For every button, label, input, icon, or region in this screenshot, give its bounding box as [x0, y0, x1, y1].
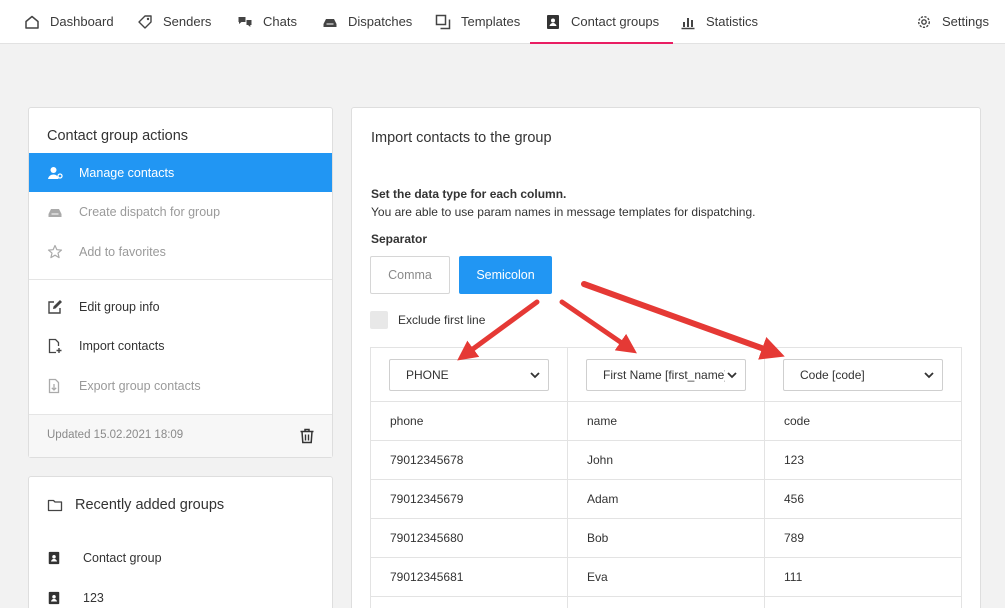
- import-title: Import contacts to the group: [371, 130, 552, 146]
- panel-footer: Updated 15.02.2021 18:09: [29, 414, 332, 457]
- table-header-row: phone name code: [371, 402, 962, 441]
- menu-manage-contacts-label: Manage contacts: [79, 165, 175, 180]
- table-cell: 79012345680: [390, 531, 464, 545]
- nav-statistics[interactable]: Statistics: [680, 0, 758, 43]
- table-cell: John: [587, 453, 614, 467]
- nav-dashboard[interactable]: Dashboard: [24, 0, 114, 43]
- chevron-down-icon: [725, 368, 739, 382]
- instruction-text: You are able to use param names in messa…: [371, 205, 756, 219]
- menu-export-contacts-label: Export group contacts: [79, 378, 201, 393]
- menu-divider: [29, 279, 332, 280]
- nav-contact-groups-label: Contact groups: [571, 14, 660, 29]
- column-type-value: First Name [first_name]: [603, 368, 728, 382]
- menu-create-dispatch[interactable]: Create dispatch for group: [29, 192, 332, 231]
- separator-comma-button[interactable]: Comma: [370, 256, 450, 294]
- table-cell: 789: [784, 531, 805, 545]
- column-type-select-3[interactable]: Code [code]: [783, 359, 943, 391]
- table-cell: 456: [784, 492, 805, 506]
- table-header-cell: name: [587, 414, 618, 428]
- separator-label: Separator: [371, 232, 428, 246]
- contact-group-actions-panel: Contact group actions Manage contacts Cr…: [28, 107, 333, 458]
- table-cell: Eva: [587, 570, 608, 584]
- table-row: 79012345679 Adam 456: [371, 480, 962, 519]
- menu-edit-group-info-label: Edit group info: [79, 299, 160, 314]
- table-cell: 79012345681: [390, 570, 464, 584]
- nav-templates-label: Templates: [461, 14, 521, 29]
- address-book-icon: [48, 591, 60, 605]
- exclude-first-line-label: Exclude first line: [398, 313, 486, 327]
- nav-dispatches-label: Dispatches: [348, 14, 413, 29]
- recent-group-label: 123: [83, 591, 104, 605]
- table-cell: Adam: [587, 492, 619, 506]
- instruction-heading: Set the data type for each column.: [371, 187, 567, 201]
- column-type-select-2[interactable]: First Name [first_name]: [586, 359, 746, 391]
- nav-settings-label: Settings: [942, 14, 989, 29]
- menu-add-favorites[interactable]: Add to favorites: [29, 232, 332, 271]
- nav-chats-label: Chats: [263, 14, 297, 29]
- chevron-down-icon: [922, 368, 936, 382]
- import-preview-table: PHONE First Name [first_name] Code [code…: [370, 347, 962, 608]
- menu-export-contacts[interactable]: Export group contacts: [29, 366, 332, 405]
- star-icon: [47, 244, 63, 258]
- menu-edit-group-info[interactable]: Edit group info: [29, 287, 332, 326]
- menu-create-dispatch-label: Create dispatch for group: [79, 204, 221, 219]
- inbox-tray-icon: [323, 18, 337, 27]
- exclude-first-line-checkbox[interactable]: [370, 311, 388, 329]
- file-download-icon: [48, 378, 60, 393]
- home-icon: [25, 15, 39, 29]
- table-row: 79012345681 Eva 111: [371, 558, 962, 597]
- trash-icon[interactable]: [299, 428, 315, 444]
- recent-title: Recently added groups: [47, 497, 224, 513]
- user-gear-icon: [48, 166, 63, 179]
- updated-timestamp: Updated 15.02.2021 18:09: [47, 429, 184, 441]
- recent-group-label: Contact group: [83, 551, 162, 565]
- recent-group-item[interactable]: Contact group: [47, 551, 162, 565]
- nav-settings[interactable]: Settings: [916, 0, 989, 43]
- column-type-value: Code [code]: [800, 368, 865, 382]
- nav-contact-groups[interactable]: Contact groups: [529, 0, 674, 44]
- panel-title: Contact group actions: [47, 128, 189, 144]
- address-book-icon: [547, 14, 559, 29]
- bar-chart-icon: [681, 17, 695, 29]
- nav-chats[interactable]: Chats: [237, 0, 297, 43]
- column-type-value: PHONE: [406, 368, 449, 382]
- table-cell: 79012345678: [390, 453, 464, 467]
- nav-senders-label: Senders: [163, 14, 212, 29]
- table-row: 79012345678 John 123: [371, 441, 962, 480]
- table-cell: Bob: [587, 531, 609, 545]
- file-plus-icon: [48, 338, 62, 353]
- nav-statistics-label: Statistics: [706, 14, 759, 29]
- table-header-cell: phone: [390, 414, 424, 428]
- recent-group-item[interactable]: 123: [47, 591, 104, 605]
- table-cell: 123: [784, 453, 805, 467]
- menu-add-favorites-label: Add to favorites: [79, 244, 166, 259]
- chevron-down-icon: [528, 368, 542, 382]
- nav-senders[interactable]: Senders: [137, 0, 211, 43]
- nav-dashboard-label: Dashboard: [50, 14, 114, 29]
- tag-icon: [138, 14, 152, 29]
- menu-manage-contacts[interactable]: Manage contacts: [29, 153, 332, 192]
- separator-semicolon-button[interactable]: Semicolon: [459, 256, 552, 294]
- address-book-icon: [48, 551, 60, 565]
- recent-title-label: Recently added groups: [75, 497, 225, 513]
- menu-import-contacts-label: Import contacts: [79, 338, 165, 353]
- menu-import-contacts[interactable]: Import contacts: [29, 326, 332, 365]
- top-navigation: Dashboard Senders Chats Dispatches Templ…: [0, 0, 1005, 44]
- gear-icon: [917, 15, 931, 28]
- table-header-cell: code: [784, 414, 811, 428]
- table-cell: 111: [784, 570, 803, 584]
- nav-templates[interactable]: Templates: [435, 0, 520, 43]
- recently-added-groups-panel: Recently added groups Contact group 123: [28, 476, 333, 608]
- chat-icon: [238, 16, 252, 27]
- column-type-select-1[interactable]: PHONE: [389, 359, 549, 391]
- column-type-row: PHONE First Name [first_name] Code [code…: [371, 348, 962, 402]
- folder-icon: [47, 499, 63, 512]
- inbox-tray-icon: [48, 208, 62, 217]
- edit-icon: [48, 299, 62, 314]
- table-row: 79012345680 Bob 789: [371, 519, 962, 558]
- table-cell: 79012345679: [390, 492, 464, 506]
- copy-icon: [435, 14, 451, 29]
- nav-dispatches[interactable]: Dispatches: [322, 0, 412, 43]
- import-contacts-panel: Import contacts to the group Set the dat…: [351, 107, 981, 608]
